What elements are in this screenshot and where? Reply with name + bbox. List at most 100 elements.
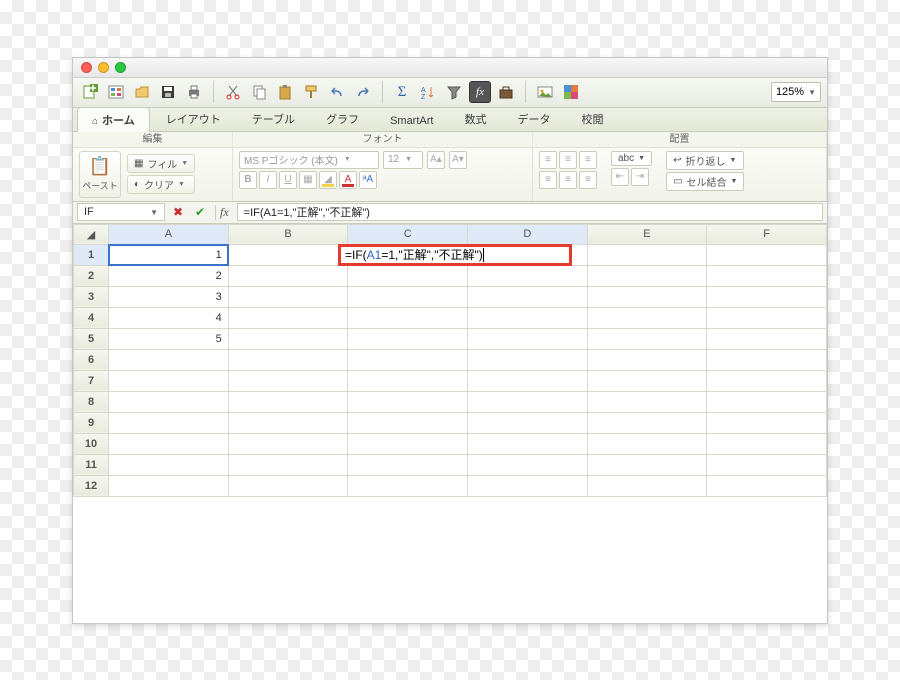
show-media-icon[interactable] — [534, 81, 556, 103]
cell[interactable] — [707, 307, 827, 328]
row-header[interactable]: 7 — [74, 370, 109, 391]
cell[interactable] — [228, 454, 348, 475]
tab-home[interactable]: ⌂ホーム — [77, 107, 150, 132]
cell[interactable]: 4 — [109, 307, 229, 328]
name-box[interactable]: IF ▼ — [77, 203, 165, 221]
wrap-text-button[interactable]: ↩折り返し▼ — [666, 151, 744, 170]
align-right-button[interactable]: ≡ — [579, 171, 597, 189]
border-button[interactable]: ▦ — [299, 171, 317, 189]
cell[interactable] — [109, 454, 229, 475]
cell[interactable] — [109, 412, 229, 433]
cell[interactable] — [228, 307, 348, 328]
cell[interactable]: 1 — [109, 244, 229, 265]
toolbox-icon[interactable] — [495, 81, 517, 103]
cell[interactable] — [707, 349, 827, 370]
font-size-combo[interactable]: 12▼ — [383, 151, 423, 169]
row-header[interactable]: 6 — [74, 349, 109, 370]
cell[interactable] — [348, 454, 468, 475]
template-gallery-icon[interactable] — [105, 81, 127, 103]
merge-cells-button[interactable]: ▭セル結合▼ — [666, 172, 744, 191]
col-header-B[interactable]: B — [228, 224, 348, 244]
cancel-formula-button[interactable]: ✖ — [169, 203, 187, 221]
cell[interactable]: 2 — [109, 265, 229, 286]
copy-icon[interactable] — [248, 81, 270, 103]
cell[interactable] — [228, 265, 348, 286]
clear-menu[interactable]: ◐クリア▼ — [127, 175, 195, 194]
cell[interactable] — [467, 307, 587, 328]
cell[interactable] — [707, 370, 827, 391]
cell[interactable] — [587, 391, 707, 412]
cell[interactable] — [587, 244, 707, 265]
cell[interactable] — [348, 370, 468, 391]
formula-input[interactable]: =IF(A1=1,"正解","不正解") — [237, 203, 823, 221]
col-header-D[interactable]: D — [467, 224, 587, 244]
tab-tables[interactable]: テーブル — [237, 106, 310, 131]
tab-layout[interactable]: レイアウト — [151, 106, 236, 131]
tab-review[interactable]: 校閲 — [566, 106, 618, 131]
row-header[interactable]: 3 — [74, 286, 109, 307]
cell[interactable] — [467, 454, 587, 475]
cell[interactable] — [587, 286, 707, 307]
decrease-indent-button[interactable]: ⇤ — [611, 168, 629, 186]
cell[interactable] — [707, 328, 827, 349]
fill-menu[interactable]: ▦フィル▼ — [127, 154, 195, 173]
bold-button[interactable]: B — [239, 171, 257, 189]
phonetic-button[interactable]: ᵃA — [359, 171, 377, 189]
shrink-font-button[interactable]: A▾ — [449, 151, 467, 169]
col-header-A[interactable]: A — [109, 224, 229, 244]
cell[interactable] — [467, 433, 587, 454]
cell[interactable] — [228, 328, 348, 349]
print-icon[interactable] — [183, 81, 205, 103]
minimize-window-button[interactable] — [98, 62, 109, 73]
fx-icon[interactable]: fx — [215, 205, 233, 220]
grow-font-button[interactable]: A▴ — [427, 151, 445, 169]
cell[interactable] — [587, 475, 707, 496]
cell[interactable] — [228, 370, 348, 391]
cell[interactable]: 3 — [109, 286, 229, 307]
tab-charts[interactable]: グラフ — [311, 106, 374, 131]
cell[interactable] — [348, 433, 468, 454]
cell[interactable] — [109, 349, 229, 370]
cell[interactable] — [467, 265, 587, 286]
align-bottom-button[interactable]: ≡ — [579, 151, 597, 169]
cell[interactable] — [348, 286, 468, 307]
cell[interactable] — [467, 328, 587, 349]
cell[interactable] — [467, 349, 587, 370]
cell[interactable] — [228, 433, 348, 454]
sheet-grid[interactable]: ◢ A B C D E F 11223344556789101112 =IF(A… — [73, 224, 827, 623]
cell[interactable] — [109, 391, 229, 412]
cell[interactable] — [467, 412, 587, 433]
fill-color-button[interactable]: ◢ — [319, 171, 337, 189]
row-header[interactable]: 1 — [74, 244, 109, 265]
tab-formulas[interactable]: 数式 — [449, 106, 501, 131]
increase-indent-button[interactable]: ⇥ — [631, 168, 649, 186]
cell[interactable] — [348, 328, 468, 349]
cell[interactable] — [467, 475, 587, 496]
col-header-E[interactable]: E — [587, 224, 707, 244]
open-icon[interactable] — [131, 81, 153, 103]
orientation-button[interactable]: abc▼ — [611, 151, 652, 166]
tab-smartart[interactable]: SmartArt — [375, 110, 448, 131]
italic-button[interactable]: I — [259, 171, 277, 189]
row-header[interactable]: 5 — [74, 328, 109, 349]
align-top-button[interactable]: ≡ — [539, 151, 557, 169]
cell[interactable] — [228, 244, 348, 265]
cell[interactable] — [348, 412, 468, 433]
align-middle-button[interactable]: ≡ — [559, 151, 577, 169]
paste-button[interactable]: 📋 ペースト — [79, 151, 121, 198]
cell[interactable] — [587, 328, 707, 349]
cell[interactable] — [348, 265, 468, 286]
filter-icon[interactable] — [443, 81, 465, 103]
cell[interactable] — [467, 370, 587, 391]
cell[interactable] — [587, 370, 707, 391]
row-header[interactable]: 9 — [74, 412, 109, 433]
align-center-button[interactable]: ≡ — [559, 171, 577, 189]
cell[interactable] — [707, 433, 827, 454]
col-header-C[interactable]: C — [348, 224, 468, 244]
cell[interactable] — [587, 433, 707, 454]
cell[interactable] — [228, 286, 348, 307]
cell[interactable] — [109, 370, 229, 391]
cell[interactable] — [707, 286, 827, 307]
cell[interactable] — [587, 307, 707, 328]
font-name-combo[interactable]: MS Pゴシック (本文)▼ — [239, 151, 379, 169]
